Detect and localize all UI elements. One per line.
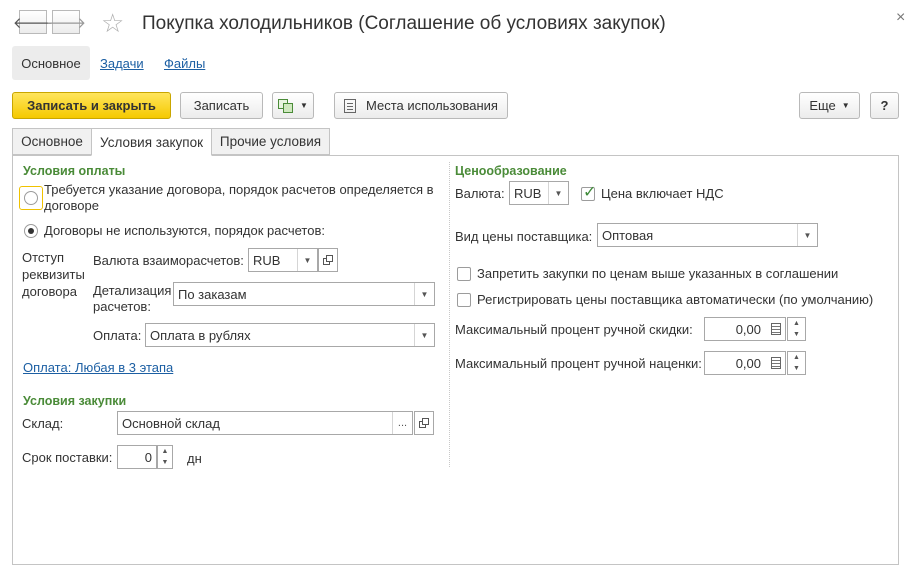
pricing-title: Ценообразование [455, 164, 567, 178]
nav-main-label: Основное [21, 55, 81, 71]
open-icon [323, 255, 333, 265]
tab-other-terms[interactable]: Прочие условия [211, 128, 330, 155]
vat-included-checkbox[interactable]: ✓ [581, 184, 596, 201]
payment-schedule-link[interactable]: Оплата: Любая в 3 этапа [23, 360, 173, 375]
register-prices-label[interactable]: Регистрировать цены поставщика автоматич… [477, 292, 873, 307]
usage-places-label: Места использования [366, 98, 498, 113]
pricing-currency-field[interactable]: RUB ▼ [509, 181, 569, 205]
calculator-icon[interactable] [771, 323, 781, 335]
max-markup-value: 0,00 [735, 355, 761, 371]
forward-arrow-icon: 🡒 [45, 14, 87, 32]
lead-time-field[interactable]: 0 [117, 445, 157, 469]
forward-button[interactable]: 🡒 [46, 10, 86, 34]
help-icon: ? [880, 98, 889, 113]
warehouse-value: Основной склад [122, 415, 220, 431]
help-button[interactable]: ? [870, 92, 899, 119]
spin-up-icon[interactable]: ▲ [162, 448, 169, 455]
more-label: Еще [809, 98, 836, 113]
back-button[interactable]: 🡐 [13, 10, 53, 34]
create-based-on-button[interactable]: ▼ [272, 92, 314, 119]
tab-main[interactable]: Основное [12, 128, 92, 155]
page-title: Покупка холодильников (Соглашение об усл… [142, 13, 666, 34]
payment-label: Оплата: [93, 328, 142, 343]
open-warehouse-button[interactable] [414, 411, 434, 435]
lead-time-unit: дн [187, 451, 202, 466]
max-discount-label: Максимальный процент ручной скидки: [455, 322, 693, 337]
chevron-down-icon[interactable]: ▼ [797, 224, 817, 246]
spin-up-icon[interactable]: ▲ [793, 320, 800, 327]
document-icon [344, 98, 356, 113]
max-markup-field[interactable]: 0,00 [704, 351, 786, 375]
nav-main[interactable]: Основное [12, 46, 90, 80]
vat-included-label[interactable]: Цена включает НДС [601, 186, 724, 201]
tab-other-terms-label: Прочие условия [219, 134, 322, 149]
indent-contract-label: Отступ реквизиты договора [22, 250, 85, 299]
payment-field[interactable]: Оплата в рублях ▼ [145, 323, 435, 347]
spin-down-icon[interactable]: ▼ [793, 331, 800, 338]
column-divider [449, 162, 450, 467]
settlement-detail-field[interactable]: По заказам ▼ [173, 282, 435, 306]
favorite-star-icon[interactable]: ☆ [101, 8, 124, 39]
close-icon[interactable]: × [896, 9, 905, 27]
spin-down-icon[interactable]: ▼ [162, 459, 169, 466]
copy-icon [278, 98, 294, 113]
chevron-down-icon[interactable]: ▼ [414, 283, 434, 305]
pricing-currency-value: RUB [514, 185, 542, 201]
forbid-higher-prices-checkbox[interactable] [457, 267, 471, 281]
max-discount-stepper[interactable]: ▲ ▼ [787, 317, 806, 341]
lead-time-stepper[interactable]: ▲ ▼ [157, 445, 173, 469]
usage-places-button[interactable]: Места использования [334, 92, 508, 119]
settlement-detail-label: Детализация расчетов: [93, 283, 172, 314]
radio-contract-required-label[interactable]: Требуется указание договора, порядок рас… [44, 182, 440, 214]
max-discount-field[interactable]: 0,00 [704, 317, 786, 341]
save-button[interactable]: Записать [180, 92, 263, 119]
max-markup-label: Максимальный процент ручной наценки: [455, 356, 702, 371]
register-prices-checkbox[interactable] [457, 293, 471, 307]
save-label: Записать [193, 98, 250, 113]
warehouse-field[interactable]: Основной склад... [117, 411, 413, 435]
warehouse-label: Склад: [22, 416, 64, 431]
radio-no-contracts[interactable] [24, 224, 38, 238]
chevron-down-icon[interactable]: ▼ [548, 182, 568, 204]
lead-time-label: Срок поставки: [22, 450, 113, 465]
tab-purchase-terms-label: Условия закупок [100, 134, 203, 150]
nav-tasks[interactable]: Задачи [100, 56, 144, 71]
open-icon [419, 418, 429, 428]
select-ellipsis-icon[interactable]: ... [392, 412, 412, 434]
price-type-value: Оптовая [602, 227, 654, 243]
spin-up-icon[interactable]: ▲ [793, 354, 800, 361]
chevron-down-icon[interactable]: ▼ [414, 324, 434, 346]
save-and-close-label: Записать и закрыть [27, 98, 156, 113]
max-markup-stepper[interactable]: ▲ ▼ [787, 351, 806, 375]
pricing-currency-label: Валюта: [455, 186, 505, 201]
forbid-higher-prices-label[interactable]: Запретить закупки по ценам выше указанны… [477, 266, 838, 281]
settlement-detail-value: По заказам [178, 286, 247, 302]
price-type-label: Вид цены поставщика: [455, 229, 593, 244]
nav-files[interactable]: Файлы [164, 56, 205, 71]
purchase-terms-title: Условия закупки [23, 394, 127, 408]
lead-time-value: 0 [144, 449, 152, 465]
chevron-down-icon: ▼ [300, 101, 308, 110]
chevron-down-icon[interactable]: ▼ [297, 249, 317, 271]
spin-down-icon[interactable]: ▼ [793, 365, 800, 372]
settlement-currency-value: RUB [253, 252, 281, 268]
open-currency-button[interactable] [318, 248, 338, 272]
more-button[interactable]: Еще ▼ [799, 92, 860, 119]
calculator-icon[interactable] [771, 357, 781, 369]
price-type-field[interactable]: Оптовая ▼ [597, 223, 818, 247]
payment-terms-title: Условия оплаты [23, 164, 126, 178]
radio-contract-required[interactable] [24, 191, 38, 205]
tab-purchase-terms[interactable]: Условия закупок [91, 128, 212, 156]
max-discount-value: 0,00 [735, 321, 761, 337]
checkmark-icon: ✓ [583, 184, 597, 201]
payment-value: Оплата в рублях [150, 327, 251, 343]
settlement-currency-field[interactable]: RUB ▼ [248, 248, 318, 272]
radio-no-contracts-label[interactable]: Договоры не используются, порядок расчет… [44, 223, 325, 238]
tab-main-label: Основное [21, 134, 83, 149]
chevron-down-icon: ▼ [841, 101, 850, 110]
settlement-currency-label: Валюта взаиморасчетов: [93, 253, 244, 268]
save-and-close-button[interactable]: Записать и закрыть [12, 92, 171, 119]
